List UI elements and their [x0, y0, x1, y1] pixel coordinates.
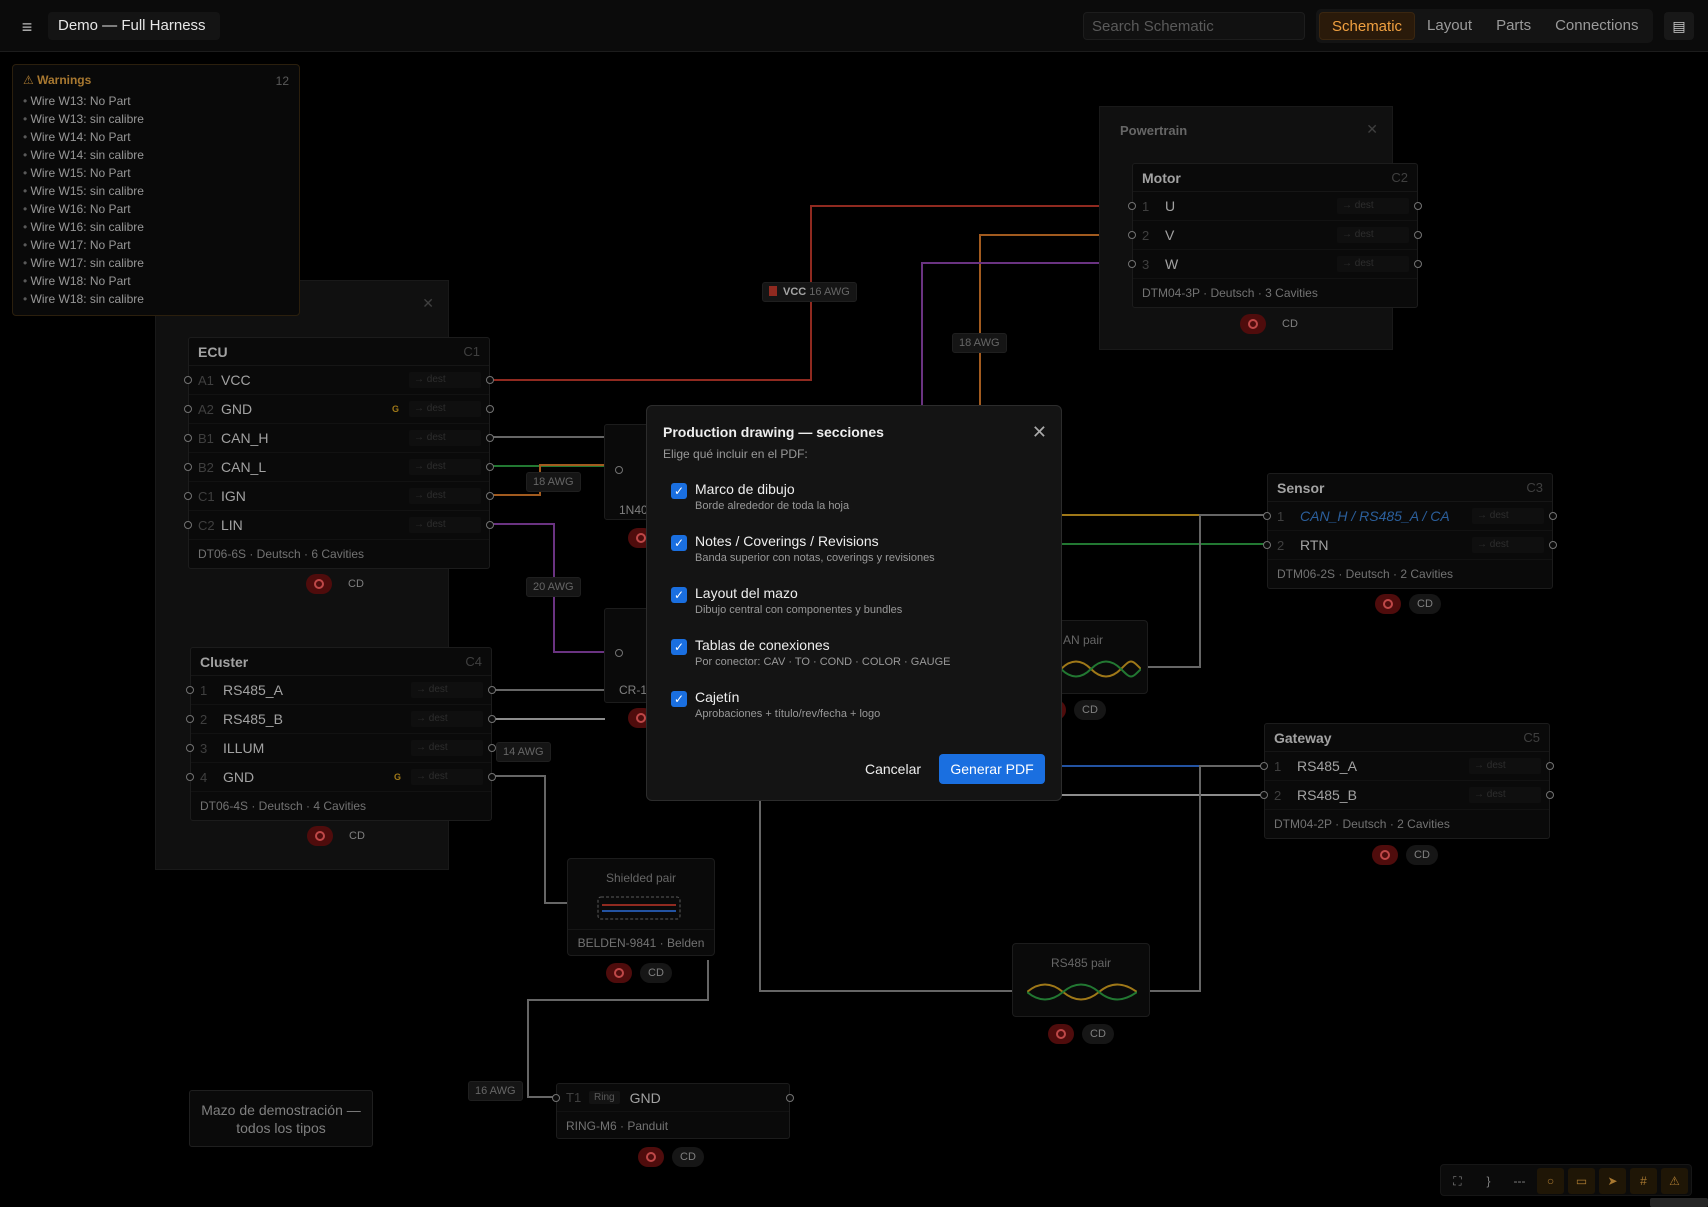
option-notes[interactable]: ✓ Notes / Coverings / Revisions Banda supe…	[663, 527, 1045, 579]
option-desc: Por conector: CAV · TO · COND · COLOR · …	[695, 656, 951, 668]
option-desc: Banda superior con notas, coverings y re…	[695, 552, 935, 564]
option-cajetin[interactable]: ✓ Cajetín Aprobaciones + título/rev/fecha …	[663, 683, 1045, 735]
option-label: Tablas de conexiones	[695, 637, 830, 653]
checkbox[interactable]: ✓	[671, 639, 687, 655]
option-marco[interactable]: ✓ Marco de dibujo Borde alrededor de toda …	[663, 475, 1045, 527]
option-desc: Borde alrededor de toda la hoja	[695, 500, 850, 512]
pdf-sections-dialog: Production drawing — secciones Elige qué…	[646, 405, 1062, 801]
dialog-subtitle: Elige qué incluir en el PDF:	[663, 447, 808, 461]
option-label: Cajetín	[695, 689, 740, 705]
checkbox[interactable]: ✓	[671, 691, 687, 707]
close-icon[interactable]: ✕	[1032, 422, 1047, 443]
generate-pdf-button[interactable]: Generar PDF	[939, 754, 1045, 784]
option-label: Layout del mazo	[695, 585, 798, 601]
top-bar: ≡ Demo — Full Harness Schematic Layout P…	[0, 0, 1708, 52]
option-label: Notes / Coverings / Revisions	[695, 533, 879, 549]
panel-icon[interactable]: ▤	[1664, 12, 1694, 40]
view-tabs: Schematic Layout Parts Connections	[1316, 9, 1654, 43]
tab-connections[interactable]: Connections	[1543, 12, 1650, 40]
checkbox[interactable]: ✓	[671, 587, 687, 603]
cancel-button[interactable]: Cancelar	[853, 754, 933, 784]
tab-layout[interactable]: Layout	[1415, 12, 1484, 40]
document-title[interactable]: Demo — Full Harness	[48, 12, 220, 40]
option-label: Marco de dibujo	[695, 481, 795, 497]
checkbox[interactable]: ✓	[671, 483, 687, 499]
option-layout[interactable]: ✓ Layout del mazo Dibujo central con compo…	[663, 579, 1045, 631]
dialog-title: Production drawing — secciones	[663, 424, 884, 440]
checkbox[interactable]: ✓	[671, 535, 687, 551]
option-desc: Dibujo central con componentes y bundles	[695, 604, 903, 616]
option-tablas[interactable]: ✓ Tablas de conexiones Por conector: CAV ·…	[663, 631, 1045, 683]
search-input[interactable]	[1083, 12, 1305, 40]
tab-parts[interactable]: Parts	[1484, 12, 1543, 40]
option-desc: Aprobaciones + título/rev/fecha + logo	[695, 708, 881, 720]
hamburger-icon[interactable]: ≡	[14, 14, 40, 40]
tab-schematic[interactable]: Schematic	[1319, 12, 1416, 40]
